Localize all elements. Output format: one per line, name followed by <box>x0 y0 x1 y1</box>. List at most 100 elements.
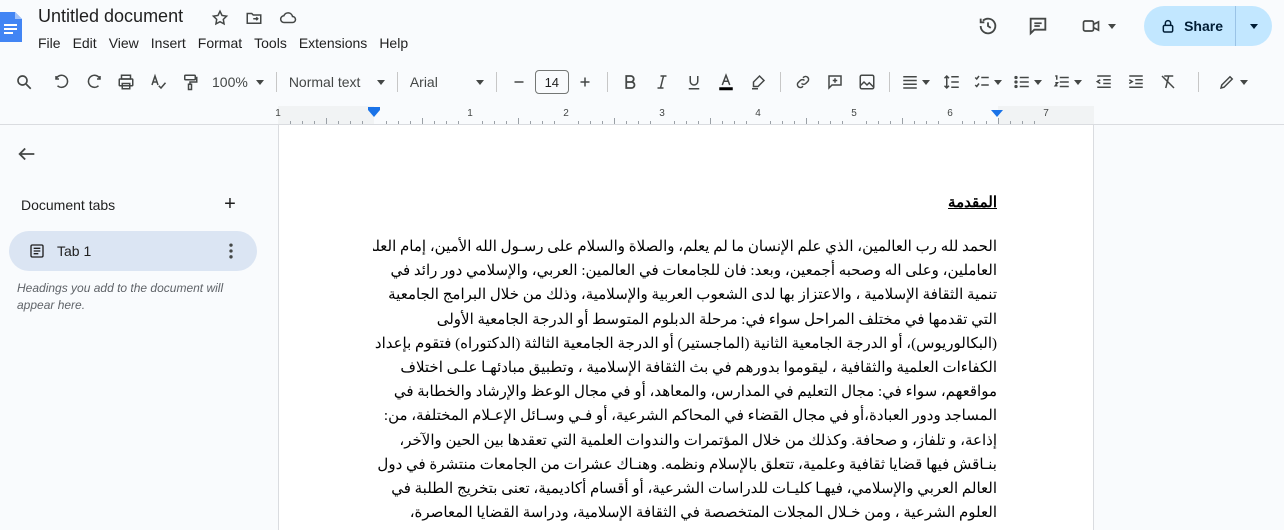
bold-icon[interactable] <box>616 68 644 96</box>
document-body[interactable]: الحمد لله رب العالمين، الذي علم الإنسان … <box>373 235 997 525</box>
app-header: Untitled document File Edit View Insert … <box>0 0 1284 60</box>
document-title[interactable]: Untitled document <box>38 6 183 27</box>
search-menus-icon[interactable] <box>10 68 38 96</box>
text-color-icon[interactable] <box>712 68 740 96</box>
numbered-list-icon[interactable] <box>1050 68 1086 96</box>
add-tab-icon[interactable]: + <box>220 194 240 215</box>
menu-format[interactable]: Format <box>192 33 248 53</box>
document-tabs-title: Document tabs <box>21 197 116 213</box>
meet-button[interactable] <box>1072 6 1124 46</box>
align-icon[interactable] <box>898 68 934 96</box>
decrease-indent-icon[interactable] <box>1090 68 1118 96</box>
decrease-font-size-icon[interactable] <box>505 68 533 96</box>
toolbar-divider <box>1197 72 1199 92</box>
horizontal-ruler[interactable]: 1 1 2 3 4 5 6 7 <box>275 106 1094 124</box>
body-line: (البكالوريوس)، أو الدرجة الجامعية الثاني… <box>374 335 997 352</box>
ruler-number: 1 <box>467 108 473 119</box>
first-line-indent-marker[interactable] <box>368 107 380 110</box>
toolbar-divider <box>495 72 497 92</box>
version-history-icon[interactable] <box>968 6 1008 46</box>
line-spacing-icon[interactable] <box>938 68 966 96</box>
body-line: الكفاءات العلمية والثقافية ، ليقوموا بدو… <box>400 360 997 377</box>
checklist-icon[interactable] <box>970 68 1006 96</box>
toolbar-divider <box>606 72 608 92</box>
star-icon[interactable] <box>210 8 230 28</box>
outline-hint: Headings you add to the document will ap… <box>17 281 224 312</box>
body-line: بنـاقش فيها قضايا ثقافية وعلمية، تتعلق ب… <box>377 456 997 473</box>
font-value: Arial <box>409 74 438 90</box>
paint-format-icon[interactable] <box>176 68 204 96</box>
ruler-ticks <box>278 106 1094 124</box>
add-comment-icon[interactable] <box>821 68 849 96</box>
body-line: العالم العربي والإسلامي، فيهـا كليـات لل… <box>391 481 997 498</box>
ruler-number: 3 <box>659 108 665 119</box>
menu-edit[interactable]: Edit <box>67 33 103 53</box>
checklist-dropdown-icon <box>994 79 1003 85</box>
zoom-select[interactable]: 100% <box>206 68 270 96</box>
body-line: إذاعة، و تلفاز، و صحافة. وكذلك من خلال ا… <box>399 432 997 449</box>
clear-formatting-icon[interactable] <box>1154 68 1182 96</box>
share-dropdown[interactable] <box>1236 23 1272 29</box>
editing-mode-icon[interactable] <box>1213 68 1253 96</box>
style-dropdown-icon <box>376 79 385 85</box>
body-line: تنمية الثقافة الإسلامية ، والاعتزاز بها … <box>388 287 997 304</box>
paragraph-style-select[interactable]: Normal text <box>283 68 391 96</box>
redo-icon[interactable] <box>80 68 108 96</box>
ruler-number: 7 <box>1043 108 1049 119</box>
italic-icon[interactable] <box>648 68 676 96</box>
tab-label: Tab 1 <box>57 243 92 259</box>
underline-icon[interactable] <box>680 68 708 96</box>
font-size-input[interactable]: 14 <box>534 70 569 94</box>
ruler-number: 1 <box>275 108 281 119</box>
menu-help[interactable]: Help <box>373 33 414 53</box>
video-camera-icon <box>1082 20 1100 32</box>
increase-indent-icon[interactable] <box>1122 68 1150 96</box>
body-line: الحمد لله رب العالمين، الذي علم الإنسان … <box>373 239 997 255</box>
spellcheck-icon[interactable] <box>144 68 172 96</box>
ruler-number: 2 <box>563 108 569 119</box>
move-folder-icon[interactable] <box>244 8 264 28</box>
print-icon[interactable] <box>112 68 140 96</box>
body-line: العاملين، وعلى اله وصحبه أجمعين، وبعد: ف… <box>390 263 997 280</box>
share-button[interactable]: Share <box>1144 6 1272 46</box>
insert-link-icon[interactable] <box>789 68 817 96</box>
paragraph-style-value: Normal text <box>288 74 361 90</box>
menu-view[interactable]: View <box>103 33 145 53</box>
body-line: مواقعهم، سواء في: مجال التعليم في المدار… <box>393 384 997 401</box>
font-select[interactable]: Arial <box>404 68 490 96</box>
zoom-value: 100% <box>212 74 248 90</box>
lock-icon <box>1162 20 1174 33</box>
undo-icon[interactable] <box>48 68 76 96</box>
more-options-icon[interactable] <box>221 241 241 261</box>
chevron-down-icon <box>1250 23 1258 29</box>
menu-extensions[interactable]: Extensions <box>293 33 373 53</box>
document-heading[interactable]: المقدمة <box>948 193 997 211</box>
share-label: Share <box>1176 6 1236 46</box>
highlight-color-icon[interactable] <box>744 68 772 96</box>
docs-logo-icon[interactable] <box>0 12 22 42</box>
toolbar-divider <box>396 72 398 92</box>
font-dropdown-icon <box>475 79 484 85</box>
ruler-number: 4 <box>755 108 761 119</box>
tab-item-tab1[interactable]: Tab 1 <box>9 231 257 271</box>
zoom-dropdown-icon <box>255 79 264 85</box>
ruler-number: 5 <box>851 108 857 119</box>
numbered-dropdown-icon <box>1074 79 1083 85</box>
toolbar-divider <box>888 72 890 92</box>
meet-dropdown-icon <box>1108 23 1117 29</box>
mode-dropdown-icon <box>1239 79 1248 85</box>
ruler-number: 6 <box>947 108 953 119</box>
insert-image-icon[interactable] <box>853 68 881 96</box>
document-tab-icon <box>30 244 44 258</box>
bulleted-dropdown-icon <box>1034 79 1043 85</box>
menu-insert[interactable]: Insert <box>145 33 192 53</box>
back-arrow-icon[interactable] <box>16 143 38 165</box>
menu-file[interactable]: File <box>32 33 67 53</box>
cloud-status-icon[interactable] <box>278 8 298 28</box>
comments-icon[interactable] <box>1018 6 1058 46</box>
increase-font-size-icon[interactable] <box>571 68 599 96</box>
menu-tools[interactable]: Tools <box>248 33 293 53</box>
document-page[interactable]: المقدمة الحمد لله رب العالمين، الذي علم … <box>278 125 1094 530</box>
body-line: العلوم الشرعية ، ومن خـلال المجلات المتخ… <box>409 505 997 522</box>
bulleted-list-icon[interactable] <box>1010 68 1046 96</box>
